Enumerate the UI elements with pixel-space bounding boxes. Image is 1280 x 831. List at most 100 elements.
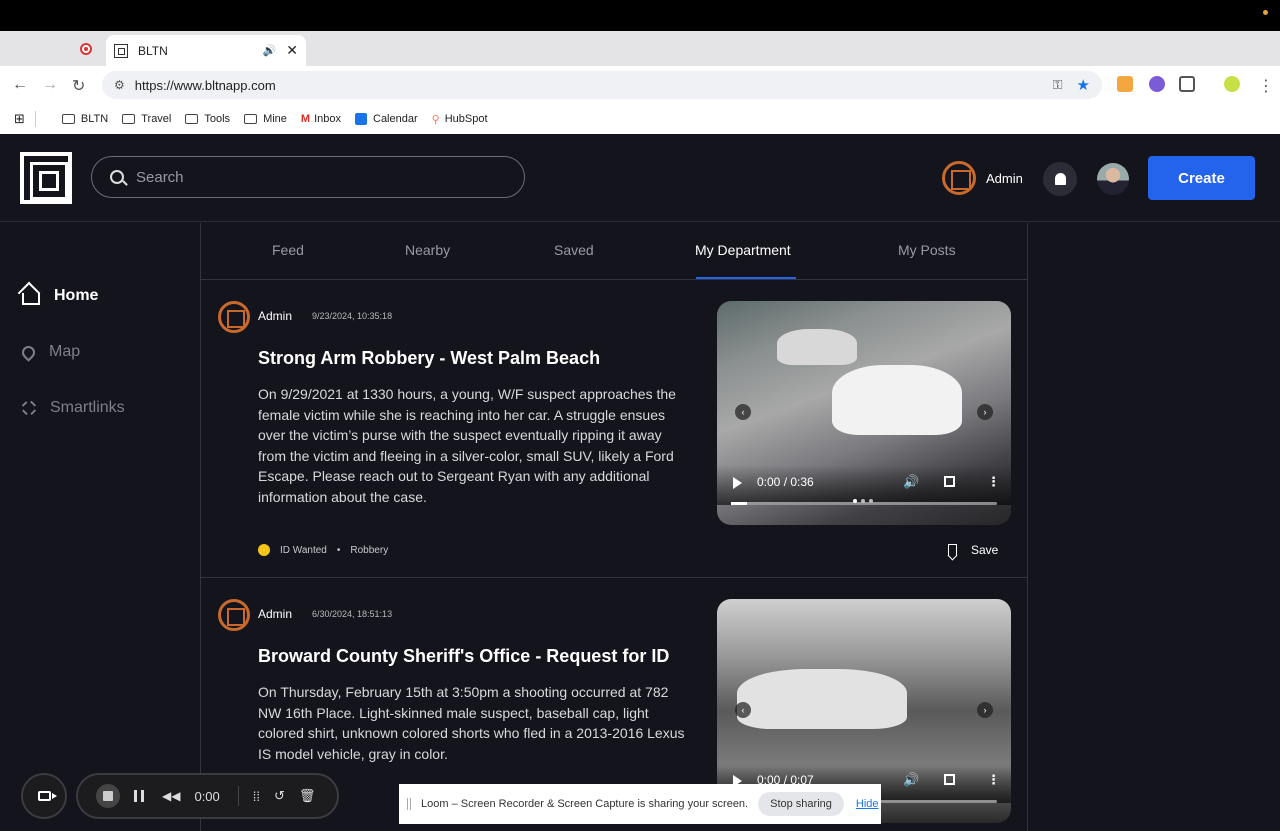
more-options-icon[interactable]: ⋮ (987, 474, 1000, 490)
bltn-favicon-icon (114, 43, 128, 58)
prev-media-icon[interactable]: ‹ (735, 404, 751, 420)
fullscreen-icon[interactable] (944, 774, 955, 785)
url-text[interactable]: https://www.bltnapp.com (135, 78, 1053, 93)
post-body: On 9/29/2021 at 1330 hours, a young, W/F… (258, 386, 676, 505)
post-title[interactable]: Strong Arm Robbery - West Palm Beach (258, 348, 600, 369)
rewind-icon[interactable]: ◀◀ (162, 789, 180, 803)
create-button[interactable]: Create (1148, 156, 1255, 200)
post-author[interactable]: Admin (258, 309, 292, 323)
bookmarks-bar: ⊞ BLTN Travel Tools Mine M Inbox Calendar… (0, 104, 1280, 134)
tab-saved[interactable]: Saved (554, 242, 594, 258)
department-label[interactable]: Admin (986, 171, 1023, 186)
gmail-icon: M (300, 113, 311, 125)
bookmark-inbox[interactable]: M Inbox (301, 113, 341, 125)
bookmark-travel[interactable]: Travel (122, 113, 171, 125)
loom-timer: 0:00 (194, 788, 220, 804)
extensions-puzzle-icon[interactable] (1179, 76, 1195, 92)
post-date: 9/23/2024, 10:35:18 (312, 311, 393, 321)
bell-icon (1054, 173, 1066, 185)
notifications-button[interactable] (1043, 162, 1077, 196)
post-author-avatar-icon[interactable] (218, 301, 250, 333)
hide-link[interactable]: Hide (856, 798, 879, 810)
back-icon[interactable]: ← (12, 76, 28, 94)
browser-toolbar: ← → ↻ ⚙ https://www.bltnapp.com ⚿ ★ ⋮ (0, 66, 1280, 104)
tag-status: ID Wanted (280, 544, 327, 556)
screen-share-bar: Loom – Screen Recorder & Screen Capture … (399, 784, 881, 824)
stop-icon (103, 791, 113, 801)
volume-icon[interactable]: 🔊 (903, 474, 919, 490)
browser-menu-icon[interactable]: ⋮ (1258, 76, 1274, 96)
folder-icon (244, 114, 258, 124)
bookmark-tools[interactable]: Tools (185, 113, 230, 125)
video-frame-car (737, 669, 907, 729)
post-date: 6/30/2024, 18:51:13 (312, 609, 393, 619)
site-info-icon[interactable]: ⚙ (114, 78, 125, 92)
post-body: On Thursday, February 15th at 3:50pm a s… (258, 684, 685, 762)
folder-icon (61, 114, 75, 124)
save-button[interactable]: Save (948, 543, 998, 557)
prev-media-icon[interactable]: ‹ (735, 702, 751, 718)
loom-control-bar: ◀◀ 0:00 ⁞⁞ ↺ 🗑 (76, 773, 339, 819)
profile-icon[interactable] (1224, 76, 1240, 92)
active-tab-indicator (696, 277, 796, 279)
play-icon[interactable] (733, 477, 742, 489)
browser-tab-active[interactable]: BLTN 🔊 ✕ (106, 35, 306, 66)
sidebar-item-home[interactable]: Home (22, 287, 98, 305)
bltn-app: Admin Create Home Map Smartlinks Feed Ne… (0, 134, 1280, 831)
volume-icon[interactable]: 🔊 (903, 772, 919, 788)
bookmark-calendar[interactable]: Calendar (355, 113, 418, 125)
restart-icon[interactable]: ↺ (274, 788, 285, 804)
next-media-icon[interactable]: › (977, 702, 993, 718)
tag-category: Robbery (350, 544, 389, 556)
divider (237, 786, 239, 806)
extension-purple-icon[interactable] (1149, 76, 1165, 92)
post-author[interactable]: Admin (258, 607, 292, 621)
tab-my-department[interactable]: My Department (695, 242, 791, 258)
stop-sharing-button[interactable]: Stop sharing (758, 792, 844, 816)
drag-handle-icon[interactable]: ⁞⁞ (253, 789, 260, 804)
post-card[interactable]: Admin 9/23/2024, 10:35:18 Strong Arm Rob… (201, 280, 1027, 578)
media-pagination-dots[interactable] (853, 499, 877, 503)
password-key-icon[interactable]: ⚿ (1053, 77, 1063, 93)
feed-panel: Feed Nearby Saved My Department My Posts… (200, 223, 1028, 831)
bookmark-bltn[interactable]: BLTN (61, 113, 108, 125)
extension-orange-icon[interactable] (1117, 76, 1133, 92)
bookmark-icon (948, 544, 957, 556)
reload-icon[interactable]: ↻ (72, 76, 85, 96)
forward-icon[interactable]: → (42, 76, 58, 94)
search-input[interactable] (136, 168, 496, 186)
tab-my-posts[interactable]: My Posts (898, 242, 956, 258)
user-avatar[interactable] (1097, 163, 1129, 195)
trash-icon[interactable]: 🗑 (299, 788, 316, 804)
apps-grid-icon[interactable]: ⊞ (14, 111, 25, 127)
post-author-avatar-icon[interactable] (218, 599, 250, 631)
loom-stop-button[interactable] (96, 784, 120, 808)
tab-nearby[interactable]: Nearby (405, 242, 450, 258)
close-tab-icon[interactable]: ✕ (286, 42, 298, 59)
fullscreen-icon[interactable] (944, 476, 955, 487)
tab-feed[interactable]: Feed (272, 242, 304, 258)
status-dot-icon (258, 544, 270, 556)
post-title[interactable]: Broward County Sheriff's Office - Reques… (258, 646, 669, 667)
map-pin-icon (19, 342, 38, 362)
address-bar[interactable]: ⚙ https://www.bltnapp.com ⚿ ★ (102, 71, 1102, 99)
bookmark-mine[interactable]: Mine (244, 113, 287, 125)
loom-camera-button[interactable] (21, 773, 67, 819)
post-video[interactable]: ‹ › 0:00 / 0:36 🔊 ⋮ (717, 301, 1011, 525)
department-avatar-icon[interactable] (942, 161, 976, 195)
search-bar[interactable] (91, 156, 525, 198)
bltn-logo-icon[interactable] (20, 152, 72, 204)
home-icon (22, 293, 40, 305)
tab-title: BLTN (138, 43, 168, 58)
sidebar-item-map[interactable]: Map (19, 342, 80, 362)
speaker-icon[interactable]: 🔊 (263, 44, 277, 57)
pause-icon[interactable] (134, 790, 144, 802)
share-message: Loom – Screen Recorder & Screen Capture … (421, 798, 749, 810)
bookmark-hubspot[interactable]: ⚲ HubSpot (432, 113, 488, 126)
bookmark-star-icon[interactable]: ★ (1077, 76, 1090, 94)
drag-handle-icon[interactable] (407, 798, 411, 810)
recording-tab-icon[interactable] (80, 43, 92, 55)
next-media-icon[interactable]: › (977, 404, 993, 420)
sidebar-item-smartlinks[interactable]: Smartlinks (19, 398, 125, 418)
more-options-icon[interactable]: ⋮ (987, 772, 1000, 788)
